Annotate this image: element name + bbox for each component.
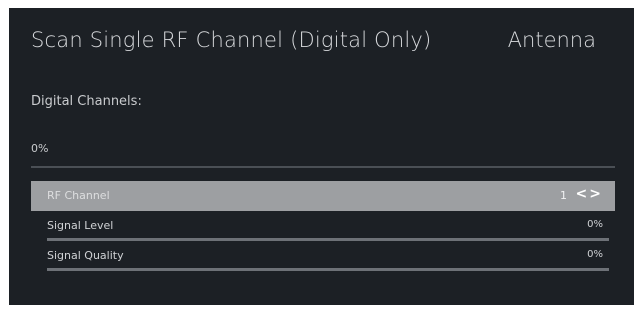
digital-channels-label: Digital Channels:	[31, 94, 142, 109]
signal-quality-value: 0%	[587, 249, 603, 260]
scan-rf-channel-screen: Scan Single RF Channel (Digital Only) An…	[9, 8, 634, 305]
page-title: Scan Single RF Channel (Digital Only)	[31, 28, 432, 52]
rf-channel-value: 1	[560, 189, 567, 202]
input-source-label: Antenna	[507, 28, 596, 52]
signal-quality-bar	[47, 268, 609, 271]
signal-quality-label: Signal Quality	[47, 249, 124, 262]
scan-progress-bar	[31, 166, 615, 168]
scan-progress-text: 0%	[31, 142, 49, 155]
signal-level-label: Signal Level	[47, 219, 114, 232]
signal-level-value: 0%	[587, 219, 603, 230]
rf-channel-row[interactable]: RF Channel 1 <>	[31, 181, 615, 211]
rf-channel-label: RF Channel	[47, 189, 110, 202]
signal-level-row: Signal Level 0%	[31, 211, 615, 241]
left-right-arrows-icon[interactable]: <>	[576, 186, 603, 202]
signal-quality-row: Signal Quality 0%	[31, 241, 615, 271]
